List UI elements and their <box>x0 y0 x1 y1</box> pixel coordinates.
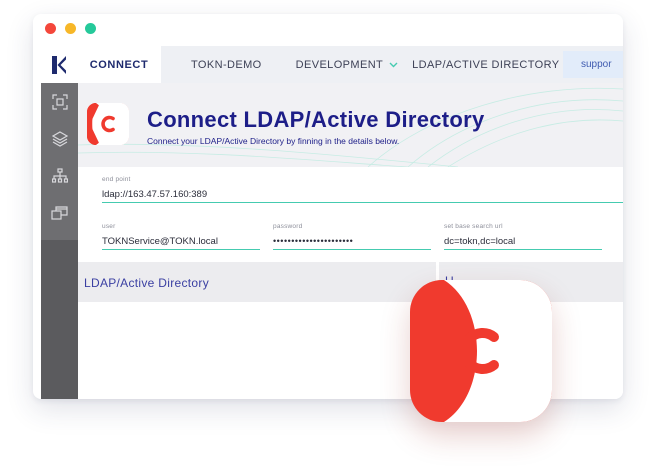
connect-logo-icon <box>87 103 129 145</box>
minimize-window-button[interactable] <box>65 23 76 34</box>
field-label: set base search url <box>444 223 503 230</box>
search-url-input[interactable]: dc=tokn,dc=local <box>444 234 602 250</box>
panel-title: LDAP/Active Directory <box>84 276 209 290</box>
sidebar-item-windows[interactable] <box>41 194 78 231</box>
top-navigation-bar: CONNECT TOKN-DEMO DEVELOPMENT LDAP/ACTIV… <box>41 46 623 84</box>
window-controls <box>45 23 96 34</box>
password-input[interactable]: •••••••••••••••••••••• <box>273 234 431 250</box>
sidebar <box>41 83 78 399</box>
frame-scan-icon <box>51 93 68 110</box>
home-logo[interactable] <box>41 46 77 83</box>
page-title: Connect LDAP/Active Directory <box>147 107 485 132</box>
page-subtitle: Connect your LDAP/Active Directory by fi… <box>147 136 400 146</box>
tab-label: LDAP/ACTIVE DIRECTORY <box>412 58 560 71</box>
sidebar-item-scan[interactable] <box>41 83 78 120</box>
sidebar-item-hierarchy[interactable] <box>41 157 78 194</box>
tab-label: DEVELOPMENT <box>295 58 384 71</box>
sidebar-item-layers[interactable] <box>41 120 78 157</box>
page-header: Connect LDAP/Active Directory Connect yo… <box>78 83 623 167</box>
tab-label: TOKN-DEMO <box>191 58 262 71</box>
field-label: password <box>273 223 303 230</box>
end-point-input[interactable]: ldap://163.47.57.160:389 <box>102 187 623 203</box>
hierarchy-icon <box>51 167 68 183</box>
user-field[interactable]: user TOKNService@TOKN.local <box>102 223 260 250</box>
field-label: user <box>102 223 116 230</box>
password-field[interactable]: password •••••••••••••••••••••• <box>273 223 431 250</box>
support-button[interactable]: suppor <box>563 51 623 78</box>
connect-app-icon <box>410 280 552 422</box>
chevron-down-icon <box>389 62 398 67</box>
tab-development[interactable]: DEVELOPMENT <box>296 59 399 71</box>
end-point-field[interactable]: end point ldap://163.47.57.160:389 <box>102 176 623 203</box>
maximize-window-button[interactable] <box>85 23 96 34</box>
layers-icon <box>51 130 68 147</box>
ldap-directory-panel[interactable]: LDAP/Active Directory <box>78 262 436 302</box>
user-input[interactable]: TOKNService@TOKN.local <box>102 234 260 250</box>
field-label: end point <box>102 176 131 183</box>
tab-tokn-demo[interactable]: TOKN-DEMO <box>191 59 262 71</box>
breadcrumb-tabs: TOKN-DEMO DEVELOPMENT LDAP/ACTIVE DIRECT… <box>161 46 575 83</box>
close-window-button[interactable] <box>45 23 56 34</box>
tab-ldap-active-directory[interactable]: LDAP/ACTIVE DIRECTORY <box>412 58 575 71</box>
windows-icon <box>51 205 68 220</box>
brand-label[interactable]: CONNECT <box>77 46 161 83</box>
search-url-field[interactable]: set base search url dc=tokn,dc=local <box>444 223 602 250</box>
k-logo-icon <box>51 55 66 74</box>
